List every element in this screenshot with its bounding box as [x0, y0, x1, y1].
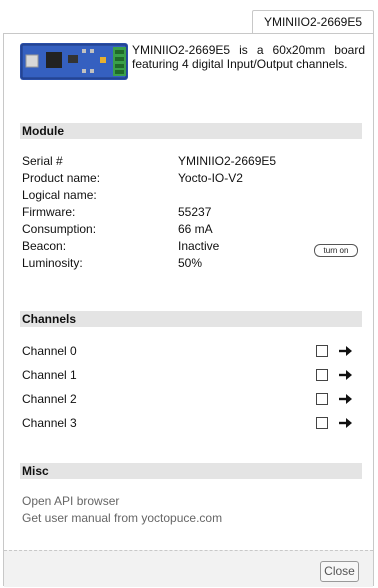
arrow-right-icon[interactable] [337, 392, 353, 406]
product-name-value: Yocto-IO-V2 [178, 171, 243, 185]
channel-1-label: Channel 1 [22, 368, 77, 382]
module-description: YMINIIO2-2669E5 is a 60x20mm board featu… [132, 43, 365, 71]
luminosity-value: 50% [178, 256, 203, 270]
arrow-right-icon[interactable] [337, 416, 353, 430]
logical-name-label: Logical name: [22, 188, 97, 202]
firmware-label: Firmware: [22, 205, 76, 219]
module-section-title: Module [20, 123, 362, 139]
channel-2-checkbox[interactable] [316, 393, 328, 405]
channel-3-label: Channel 3 [22, 416, 77, 430]
channels-section-title: Channels [20, 311, 362, 327]
channel-3-checkbox[interactable] [316, 417, 328, 429]
arrow-right-icon[interactable] [337, 344, 353, 358]
beacon-turn-on-button[interactable]: turn on [314, 244, 358, 257]
luminosity-label: Luminosity: [22, 256, 83, 270]
channel-0-label: Channel 0 [22, 344, 77, 358]
close-button[interactable]: Close [320, 561, 359, 582]
tab-bar: YMINIIO2-2669E5 [0, 0, 378, 33]
product-name-label: Product name: [22, 171, 101, 185]
consumption-label: Consumption: [22, 222, 97, 236]
channel-1-checkbox[interactable] [316, 369, 328, 381]
channel-2-label: Channel 2 [22, 392, 77, 406]
user-manual-link[interactable]: Get user manual from yoctopuce.com [22, 511, 222, 526]
board-image [20, 43, 128, 80]
serial-label: Serial # [22, 154, 63, 168]
firmware-value: 55237 [178, 205, 212, 219]
tab-module[interactable]: YMINIIO2-2669E5 [252, 10, 374, 33]
channel-0-checkbox[interactable] [316, 345, 328, 357]
dialog-footer: Close [4, 550, 373, 587]
module-dialog: YMINIIO2-2669E5 is a 60x20mm board featu… [3, 33, 374, 587]
beacon-value: Inactive [178, 239, 220, 253]
module-header: YMINIIO2-2669E5 is a 60x20mm board featu… [4, 34, 373, 104]
consumption-value: 66 mA [178, 222, 213, 236]
serial-value: YMINIIO2-2669E5 [178, 154, 277, 168]
beacon-label: Beacon: [22, 239, 67, 253]
arrow-right-icon[interactable] [337, 368, 353, 382]
misc-section-title: Misc [20, 463, 362, 479]
open-api-browser-link[interactable]: Open API browser [22, 494, 119, 509]
